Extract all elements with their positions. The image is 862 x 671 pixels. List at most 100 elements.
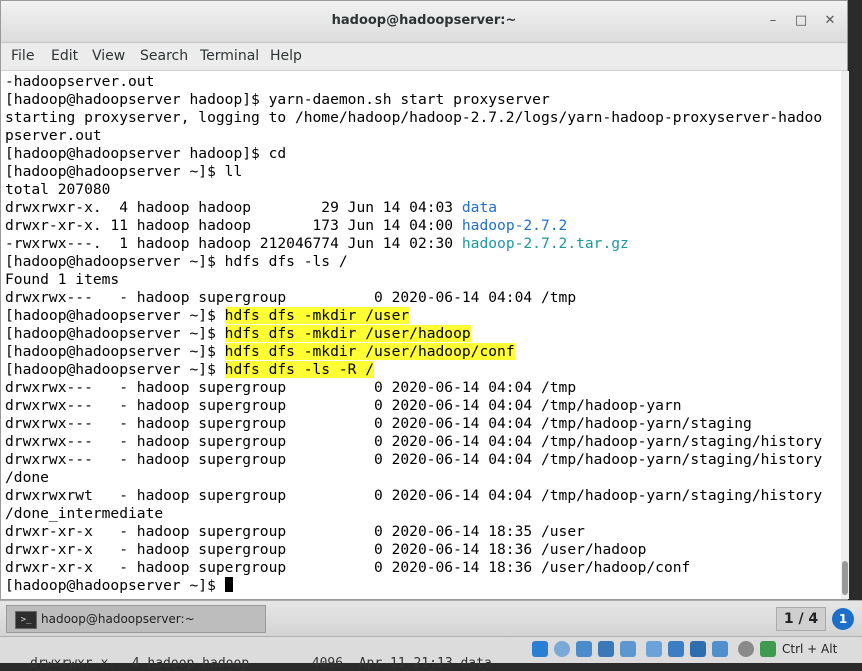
terminal-line: [hadoop@hadoopserver ~]$ hdfs dfs -mkdir… [5, 307, 410, 325]
terminal-text: drwxr-xr-x - hadoop supergroup 0 2020-06… [5, 523, 585, 540]
terminal-line: [hadoop@hadoopserver ~]$ hdfs dfs -mkdir… [5, 343, 515, 361]
optical-drive-icon[interactable] [554, 641, 570, 657]
cpu-icon[interactable] [738, 641, 754, 657]
terminal-line: pserver.out [5, 127, 102, 145]
terminal-line: /done [5, 469, 49, 487]
terminal-text: /done [5, 469, 49, 486]
terminal-line: /done_intermediate [5, 505, 163, 523]
terminal-line: starting proxyserver, logging to /home/h… [5, 109, 822, 127]
terminal-text: drwxrwx--- - hadoop supergroup 0 2020-06… [5, 289, 577, 306]
colored-filename: hadoop-2.7.2 [461, 217, 568, 234]
menu-view[interactable]: View [92, 48, 125, 64]
terminal-line: -rwxrwx---. 1 hadoop hadoop 212046774 Ju… [5, 235, 629, 253]
terminal-text: [hadoop@hadoopserver ~]$ [5, 343, 225, 360]
terminal-window: hadoop@hadoopserver:~ – □ ✕ File Edit Vi… [0, 0, 849, 600]
terminal-line: Found 1 items [5, 271, 119, 289]
shared-folder-icon[interactable] [598, 641, 614, 657]
terminal-line: drwxr-xr-x - hadoop supergroup 0 2020-06… [5, 559, 690, 577]
terminal-text: [hadoop@hadoopserver ~]$ [5, 361, 225, 378]
menu-terminal[interactable]: Terminal [200, 48, 259, 64]
terminal-text: Found 1 items [5, 271, 120, 288]
terminal-text: drwxrwx--- - hadoop supergroup 0 2020-06… [5, 379, 577, 396]
scrollbar-thumb[interactable] [842, 561, 848, 595]
terminal-text: [hadoop@hadoopserver ~]$ hdfs dfs -ls / [5, 253, 348, 270]
network-icon[interactable] [620, 641, 636, 657]
terminal-line: [hadoop@hadoopserver ~]$ hdfs dfs -mkdir… [5, 325, 471, 343]
terminal-line: drwxrwx--- - hadoop supergroup 0 2020-06… [5, 433, 822, 451]
taskbar-terminal-button[interactable]: >_ hadoop@hadoopserver:~ [6, 605, 266, 633]
terminal-text: drwxrwxrwt - hadoop supergroup 0 2020-06… [5, 487, 823, 504]
menu-search[interactable]: Search [140, 48, 188, 64]
terminal-line: drwxrwx--- - hadoop supergroup 0 2020-06… [5, 379, 576, 397]
terminal-line: drwxrwx--- - hadoop supergroup 0 2020-06… [5, 289, 576, 307]
maximize-icon[interactable]: □ [794, 14, 808, 28]
terminal-text: -hadoopserver.out [5, 73, 155, 90]
window-title: hadoop@hadoopserver:~ [331, 13, 517, 28]
menu-help[interactable]: Help [270, 48, 302, 64]
workspace-pager[interactable]: 1 / 4 [776, 607, 826, 631]
text-cursor [224, 577, 233, 592]
menu-edit[interactable]: Edit [51, 48, 78, 64]
usb-icon[interactable] [576, 641, 592, 657]
terminal-text: [hadoop@hadoopserver ~]$ [5, 307, 225, 324]
terminal-line: drwxrwx--- - hadoop supergroup 0 2020-06… [5, 415, 752, 433]
highlighted-command: hdfs dfs -ls -R / [224, 361, 375, 378]
video-capture-icon[interactable] [668, 641, 684, 657]
terminal-line: drwxrwx--- - hadoop supergroup 0 2020-06… [5, 451, 822, 469]
title-bar[interactable]: hadoop@hadoopserver:~ – □ ✕ [1, 1, 847, 43]
host-key-label: Ctrl + Alt [782, 642, 838, 656]
menu-file[interactable]: File [11, 48, 34, 64]
terminal-line: drwxr-xr-x - hadoop supergroup 0 2020-06… [5, 541, 646, 559]
terminal-output[interactable]: -hadoopserver.out [hadoop@hadoopserver ha… [1, 71, 841, 599]
drag-drop-icon[interactable] [712, 641, 728, 657]
terminal-text: drwxrwxr-x. 4 hadoop hadoop 29 Jun 14 04… [5, 199, 462, 216]
terminal-line: [hadoop@hadoopserver ~]$ hdfs dfs -ls / [5, 253, 348, 271]
terminal-text: pserver.out [5, 127, 102, 144]
terminal-text: drwxrwx--- - hadoop supergroup 0 2020-06… [5, 415, 752, 432]
terminal-line: drwxrwxrwt - hadoop supergroup 0 2020-06… [5, 487, 822, 505]
terminal-line: total 207080 [5, 181, 110, 199]
terminal-text: [hadoop@hadoopserver hadoop]$ yarn-daemo… [5, 91, 550, 108]
terminal-line: [hadoop@hadoopserver hadoop]$ cd [5, 145, 286, 163]
terminal-text: drwxrwx--- - hadoop supergroup 0 2020-06… [5, 433, 823, 450]
terminal-text: [hadoop@hadoopserver ~]$ [5, 325, 225, 342]
terminal-text: -rwxrwx---. 1 hadoop hadoop 212046774 Ju… [5, 235, 462, 252]
display-icon[interactable] [646, 641, 662, 657]
background-terminal-text: drwxrwxr-x. 4 hadoop hadoop 4096 Apr 11 … [30, 656, 492, 671]
terminal-text: total 207080 [5, 181, 111, 198]
terminal-text: [hadoop@hadoopserver ~]$ ll [5, 163, 243, 180]
terminal-line: drwxr-xr-x. 11 hadoop hadoop 173 Jun 14 … [5, 217, 567, 235]
terminal-line: drwxrwxr-x. 4 hadoop hadoop 29 Jun 14 04… [5, 199, 497, 217]
terminal-line: [hadoop@hadoopserver ~]$ hdfs dfs -ls -R… [5, 361, 375, 379]
terminal-line: drwxr-xr-x - hadoop supergroup 0 2020-06… [5, 523, 585, 541]
colored-filename: hadoop-2.7.2.tar.gz [461, 235, 629, 252]
terminal-text: drwxr-xr-x - hadoop supergroup 0 2020-06… [5, 559, 691, 576]
terminal-line: -hadoopserver.out [5, 73, 154, 91]
taskbar-task-label: hadoop@hadoopserver:~ [41, 612, 195, 626]
terminal-text: /done_intermediate [5, 505, 164, 522]
highlighted-command: hdfs dfs -mkdir /user/hadoop [224, 325, 471, 342]
terminal-line: drwxrwx--- - hadoop supergroup 0 2020-06… [5, 397, 682, 415]
minimize-icon[interactable]: – [766, 14, 780, 28]
terminal-line: [hadoop@hadoopserver hadoop]$ yarn-daemo… [5, 91, 550, 109]
terminal-text: drwxrwx--- - hadoop supergroup 0 2020-06… [5, 397, 682, 414]
terminal-line: [hadoop@hadoopserver ~]$ ll [5, 163, 242, 181]
storage-icon[interactable] [532, 641, 548, 657]
highlighted-command: hdfs dfs -mkdir /user [224, 307, 410, 324]
terminal-text: drwxr-xr-x - hadoop supergroup 0 2020-06… [5, 541, 647, 558]
colored-filename: data [461, 199, 498, 216]
terminal-text: [hadoop@hadoopserver hadoop]$ cd [5, 145, 287, 162]
notification-badge[interactable]: 1 [832, 608, 854, 630]
terminal-line: [hadoop@hadoopserver ~]$ [5, 577, 233, 595]
terminal-text: starting proxyserver, logging to /home/h… [5, 109, 823, 126]
terminal-scrollbar[interactable] [841, 71, 849, 599]
monitor-icon[interactable] [690, 641, 706, 657]
terminal-text: drwxrwx--- - hadoop supergroup 0 2020-06… [5, 451, 823, 468]
mouse-integration-icon[interactable] [760, 641, 776, 657]
close-icon[interactable]: ✕ [823, 14, 837, 28]
menu-bar: File Edit View Search Terminal Help [1, 43, 847, 71]
highlighted-command: hdfs dfs -mkdir /user/hadoop/conf [224, 343, 515, 360]
taskbar: >_ hadoop@hadoopserver:~ 1 / 4 [0, 600, 862, 636]
terminal-text: [hadoop@hadoopserver ~]$ [5, 577, 225, 594]
terminal-text: drwxr-xr-x. 11 hadoop hadoop 173 Jun 14 … [5, 217, 462, 234]
